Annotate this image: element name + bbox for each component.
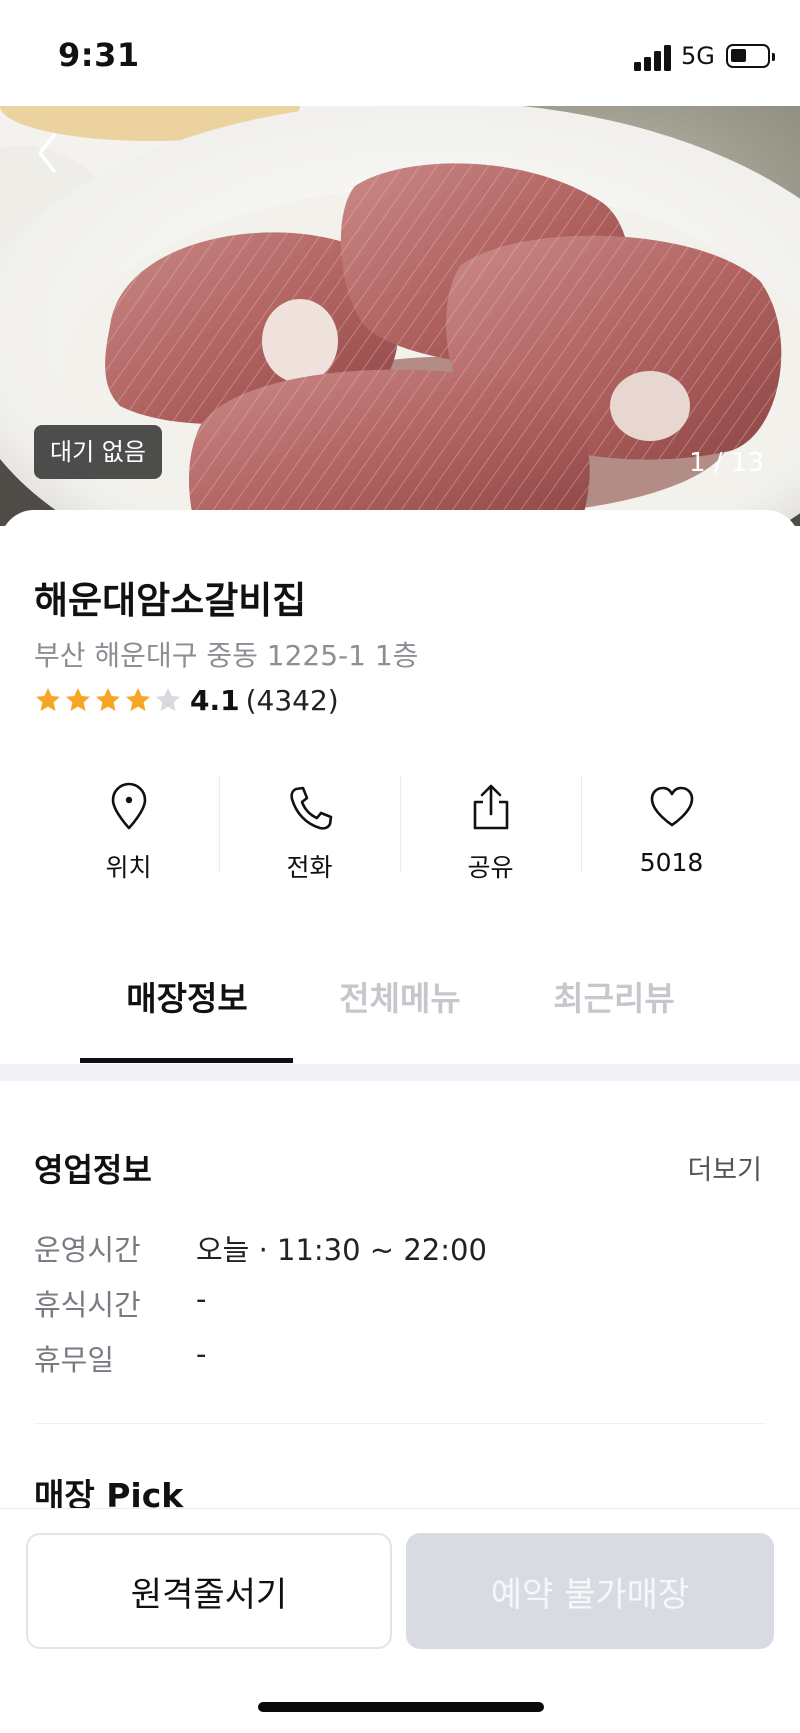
action-bar: 위치 전화 공유 5018 — [38, 770, 762, 882]
star-rating — [34, 686, 182, 714]
section-divider — [0, 1064, 800, 1081]
action-label: 전화 — [286, 853, 333, 882]
remote-queue-button[interactable]: 원격줄서기 — [26, 1533, 392, 1649]
reservation-unavailable-button[interactable]: 예약 불가매장 — [406, 1533, 774, 1649]
network-type: 5G — [681, 42, 715, 70]
back-button[interactable] — [28, 125, 68, 181]
status-time: 9:31 — [58, 36, 140, 74]
rating-count: (4342) — [245, 683, 339, 717]
business-info-title: 영업정보 — [34, 1151, 152, 1189]
info-key: 운영시간 — [34, 1233, 141, 1267]
tab-recent-reviews[interactable]: 최근리뷰 — [507, 972, 721, 1020]
rating-row[interactable]: 4.1 (4342) — [34, 682, 339, 718]
info-value: - — [196, 1337, 207, 1371]
location-button[interactable]: 위치 — [38, 770, 219, 882]
info-value: 오늘 · 11:30 ~ 22:00 — [196, 1233, 487, 1267]
rating-value: 4.1 — [190, 683, 240, 717]
favorite-count: 5018 — [639, 848, 704, 877]
divider — [34, 1423, 766, 1424]
home-indicator — [258, 1702, 544, 1712]
phone-icon — [289, 786, 332, 830]
signal-icon — [634, 45, 672, 71]
status-bar: 9:31 5G — [0, 0, 800, 106]
info-value: - — [196, 1282, 207, 1316]
photo-counter: 1 / 13 — [689, 448, 764, 478]
info-key: 휴무일 — [34, 1343, 115, 1377]
info-key: 휴식시간 — [34, 1288, 141, 1322]
action-label: 공유 — [467, 853, 514, 882]
star-filled-icon — [66, 688, 90, 711]
wait-status-badge: 대기 없음 — [34, 425, 162, 479]
star-filled-icon — [36, 688, 60, 711]
star-filled-icon — [96, 688, 120, 711]
share-button[interactable]: 공유 — [400, 770, 581, 882]
tab-store-info[interactable]: 매장정보 — [80, 972, 294, 1020]
store-name: 해운대암소갈비집 — [34, 579, 307, 622]
heart-icon — [650, 786, 693, 827]
chevron-left-icon — [38, 133, 56, 173]
tab-bar: 매장정보 전체메뉴 최근리뷰 — [0, 955, 800, 1065]
location-pin-icon — [111, 782, 146, 830]
share-icon — [473, 784, 508, 830]
store-address: 부산 해운대구 중동 1225-1 1층 — [34, 639, 419, 672]
action-label: 위치 — [105, 853, 152, 882]
tab-full-menu[interactable]: 전체메뉴 — [293, 972, 507, 1020]
star-filled-icon — [126, 688, 150, 711]
star-empty-icon — [156, 688, 180, 711]
active-tab-indicator — [80, 1058, 293, 1063]
battery-icon — [726, 44, 775, 68]
favorite-button[interactable]: 5018 — [581, 770, 762, 880]
more-link[interactable]: 더보기 — [687, 1148, 762, 1187]
phone-button[interactable]: 전화 — [219, 770, 400, 882]
